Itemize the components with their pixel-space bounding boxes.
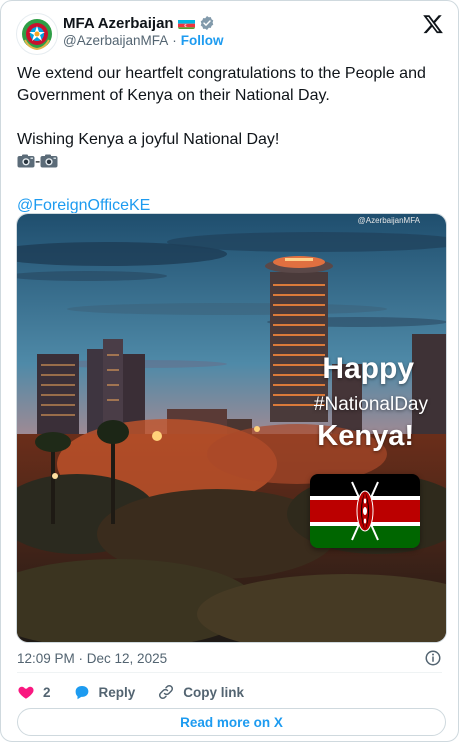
- author-handle[interactable]: @AzerbaijanMFA: [63, 33, 168, 48]
- greeting-happy: Happy: [322, 352, 414, 385]
- link-icon: [159, 684, 174, 700]
- verified-icon: [199, 15, 215, 31]
- read-more-button[interactable]: Read more on X: [17, 708, 446, 736]
- camera-icon: [17, 153, 35, 168]
- avatar[interactable]: [16, 13, 58, 55]
- divider: [17, 672, 442, 673]
- author-name-row: MFA Azerbaijan: [63, 13, 215, 33]
- copy-link-button[interactable]: Copy link: [157, 683, 244, 701]
- like-count: 2: [43, 684, 51, 700]
- tweet-image[interactable]: @AzerbaijanMFA Happy #NationalDay Kenya!: [16, 213, 447, 643]
- reply-label: Reply: [98, 684, 136, 700]
- author-handle-row: @AzerbaijanMFA · Follow: [63, 33, 224, 48]
- follow-button[interactable]: Follow: [181, 33, 224, 48]
- image-watermark: @AzerbaijanMFA: [357, 216, 420, 225]
- reply-icon: [75, 686, 88, 700]
- kenya-flag-icon: [310, 474, 420, 548]
- greeting-country: Kenya!: [317, 420, 414, 452]
- heart-icon: [18, 686, 34, 699]
- azerbaijan-flag-icon: [177, 18, 195, 29]
- action-bar: 2 Reply Copy link: [17, 683, 266, 701]
- tweet-text: We extend our heartfelt congratulations …: [17, 63, 447, 217]
- tweet-line-wishing: Wishing Kenya a joyful National Day!: [17, 131, 280, 148]
- tweet-card: MFA Azerbaijan @AzerbaijanMFA · Follow W…: [0, 0, 459, 742]
- tweet-line-congrats: We extend our heartfelt congratulations …: [17, 65, 426, 104]
- separator-dot: ·: [172, 33, 177, 48]
- like-button[interactable]: 2: [17, 683, 51, 701]
- x-logo-icon[interactable]: [422, 13, 444, 35]
- camera-icon: [40, 153, 58, 168]
- emblem-avatar-icon: [22, 19, 52, 51]
- camera-row: -: [17, 151, 447, 173]
- author-name[interactable]: MFA Azerbaijan: [63, 15, 174, 32]
- reply-button[interactable]: Reply: [73, 683, 136, 701]
- copy-link-label: Copy link: [183, 684, 245, 700]
- greeting-hashtag: #NationalDay: [313, 394, 428, 415]
- mention-link[interactable]: @ForeignOfficeKE: [17, 197, 150, 214]
- info-icon[interactable]: [424, 649, 442, 667]
- timestamp[interactable]: 12:09 PM · Dec 12, 2025: [17, 651, 167, 666]
